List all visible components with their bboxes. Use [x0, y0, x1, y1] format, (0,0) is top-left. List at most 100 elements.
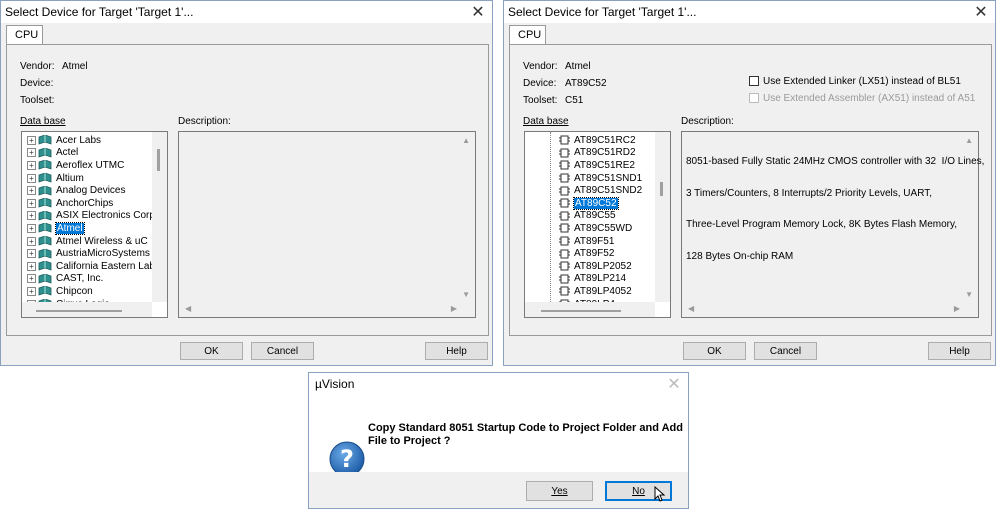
device-tree-item-label: AT89C55 — [574, 210, 616, 222]
device-tree-item[interactable]: AT89F51 — [559, 235, 614, 248]
expand-icon[interactable]: + — [27, 186, 36, 196]
vendor-tree-item[interactable]: + Chipcon — [27, 285, 93, 298]
ax51-checkbox[interactable] — [749, 93, 759, 103]
device-tree-item-label: AT89C51RC2 — [574, 134, 636, 146]
vendor-tree-item-label: Actel — [56, 147, 79, 159]
book-icon — [38, 260, 52, 271]
description-line: 128 Bytes On-chip RAM — [686, 250, 794, 262]
expand-icon[interactable]: + — [27, 135, 36, 145]
device-tree-item[interactable]: AT89LP2052 — [559, 260, 632, 273]
expand-icon[interactable]: + — [27, 160, 36, 170]
scroll-up-icon[interactable]: ▲ — [462, 136, 470, 145]
device-tree-item-label: AT89LP2052 — [574, 260, 632, 272]
uvision-message-box: µVision ✕ ? Copy Standard 8051 Startup C… — [308, 372, 689, 509]
device-tree-item[interactable]: AT89C51RD2 — [559, 147, 636, 160]
vendor-tree-item[interactable]: + CAST, Inc. — [27, 273, 103, 286]
expand-icon[interactable]: + — [27, 148, 36, 158]
message-line-2: File to Project ? — [368, 435, 451, 447]
device-tree-item[interactable]: AT89C51SND2 — [559, 184, 642, 197]
device-tree-item[interactable]: AT89C51RC2 — [559, 134, 636, 147]
vendor-value: Atmel — [565, 61, 591, 72]
scroll-right-icon[interactable]: ▶ — [451, 304, 457, 313]
vendor-tree-item[interactable]: + Atmel — [27, 221, 85, 235]
scroll-thumb[interactable] — [157, 149, 160, 171]
ok-button[interactable]: OK — [683, 342, 746, 360]
horizontal-scrollbar[interactable] — [22, 302, 152, 317]
device-tree-item[interactable]: AT89C55WD — [559, 222, 632, 235]
expand-icon[interactable]: + — [27, 236, 36, 246]
close-icon[interactable]: ✕ — [660, 373, 688, 395]
expand-icon[interactable]: + — [27, 286, 36, 296]
expand-icon[interactable]: + — [27, 198, 36, 208]
scroll-thumb[interactable] — [541, 310, 621, 312]
vendor-tree-item[interactable]: + Actel — [27, 147, 78, 160]
scroll-left-icon[interactable]: ◀ — [185, 304, 191, 313]
expand-icon[interactable]: + — [27, 274, 36, 284]
device-tree[interactable]: AT89C51RC2 AT89C51RD2 AT89C51RE2 AT89C51SND… — [524, 131, 671, 318]
expand-icon[interactable]: + — [27, 173, 36, 183]
database-label: Data base — [20, 116, 66, 127]
device-tree-item[interactable]: AT89C52 — [559, 196, 619, 210]
vendor-tree-item[interactable]: + AnchorChips — [27, 197, 113, 210]
vendor-tree-item[interactable]: + Aeroflex UTMC — [27, 159, 124, 172]
device-tree-item[interactable]: AT89C51RE2 — [559, 159, 635, 172]
mouse-cursor-icon — [654, 485, 666, 502]
expand-icon[interactable]: + — [27, 261, 36, 271]
vendor-tree-item[interactable]: + Acer Labs — [27, 134, 101, 147]
tab-cpu[interactable]: CPU — [509, 25, 546, 45]
expand-icon[interactable]: + — [27, 211, 36, 221]
vendor-tree-item[interactable]: + Altium — [27, 172, 84, 185]
scroll-up-icon[interactable]: ▲ — [965, 136, 973, 145]
help-button[interactable]: Help — [928, 342, 991, 360]
scroll-down-icon[interactable]: ▼ — [462, 290, 470, 299]
close-icon[interactable]: ✕ — [464, 1, 492, 23]
cancel-button[interactable]: Cancel — [754, 342, 817, 360]
tab-cpu[interactable]: CPU — [6, 25, 43, 45]
chip-icon — [559, 148, 570, 158]
device-tree-item-label: AT89C51SND1 — [574, 172, 643, 184]
help-button[interactable]: Help — [425, 342, 488, 360]
horizontal-scrollbar[interactable] — [525, 302, 655, 317]
cancel-button[interactable]: Cancel — [251, 342, 314, 360]
scroll-thumb[interactable] — [36, 310, 122, 312]
vendor-tree-item[interactable]: + Analog Devices — [27, 184, 125, 197]
description-box[interactable]: 8051-based Fully Static 24MHz CMOS contr… — [681, 131, 984, 318]
vendor-tree-item[interactable]: + AustriaMicroSystems — [27, 247, 150, 260]
device-label: Device: — [20, 78, 54, 89]
expand-icon[interactable]: + — [27, 249, 36, 259]
chip-icon — [559, 198, 570, 208]
vertical-scrollbar[interactable] — [152, 132, 167, 302]
book-icon — [38, 273, 52, 284]
ok-button[interactable]: OK — [180, 342, 243, 360]
device-tree-item[interactable]: AT89C55 — [559, 210, 616, 223]
ax51-checkbox-label[interactable]: Use Extended Assembler (AX51) instead of… — [763, 93, 975, 104]
vendor-tree[interactable]: + Acer Labs + Actel + Aeroflex UTMC + Altium + An… — [21, 131, 168, 318]
device-tree-item[interactable]: AT89F52 — [559, 247, 614, 260]
scroll-left-icon[interactable]: ◀ — [688, 304, 694, 313]
scroll-thumb[interactable] — [660, 182, 663, 196]
vendor-value: Atmel — [62, 61, 88, 72]
expand-icon[interactable]: + — [27, 223, 36, 233]
lx51-checkbox-label[interactable]: Use Extended Linker (LX51) instead of BL… — [763, 76, 961, 87]
yes-button[interactable]: Yes — [526, 481, 593, 501]
device-tree-item[interactable]: AT89LP4052 — [559, 285, 632, 298]
cancel-label: Cancel — [769, 345, 802, 357]
help-label: Help — [446, 345, 467, 357]
close-icon[interactable]: ✕ — [967, 1, 995, 23]
vendor-tree-item[interactable]: + Atmel Wireless & uC — [27, 235, 148, 248]
lx51-checkbox[interactable] — [749, 76, 759, 86]
scroll-right-icon[interactable]: ▶ — [954, 304, 960, 313]
select-device-dialog-left: Select Device for Target 'Target 1'... ✕… — [0, 0, 493, 366]
vendor-tree-item[interactable]: + California Eastern Laborat — [27, 260, 167, 273]
description-box[interactable]: ▲ ▼ ◀ ▶ — [178, 131, 476, 318]
vertical-scrollbar[interactable] — [655, 132, 670, 302]
tab-cpu-label: CPU — [518, 29, 542, 41]
device-tree-item[interactable]: AT89C51SND1 — [559, 172, 642, 185]
book-icon — [38, 210, 52, 221]
chip-icon — [559, 249, 570, 259]
scroll-down-icon[interactable]: ▼ — [965, 290, 973, 299]
device-tree-item-label: AT89LP214 — [574, 273, 627, 285]
device-tree-item[interactable]: AT89LP214 — [559, 273, 626, 286]
description-text: 8051-based Fully Static 24MHz CMOS contr… — [686, 136, 984, 283]
vendor-tree-item[interactable]: + ASIX Electronics Corporat — [27, 210, 167, 223]
